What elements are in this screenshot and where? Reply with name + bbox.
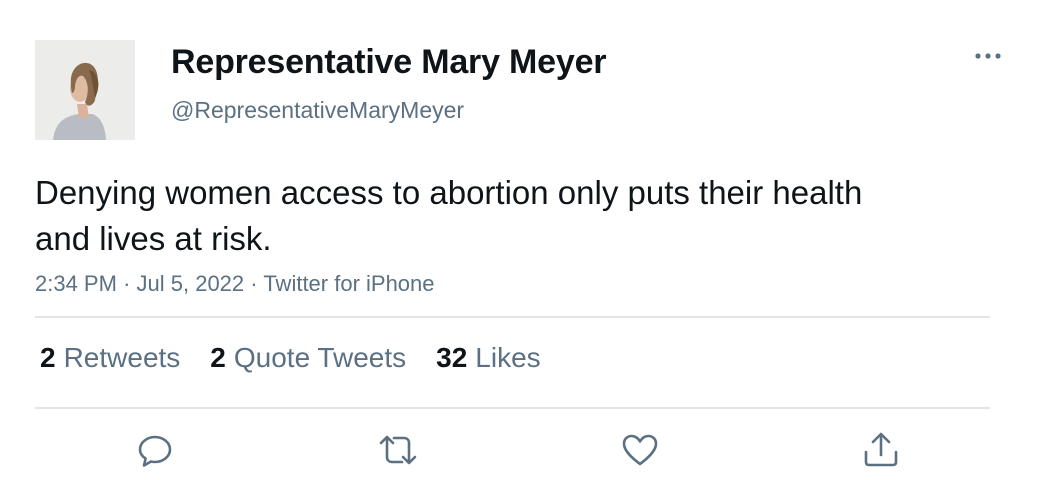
tweet-text: Denying women access to abortion only pu…	[35, 174, 863, 257]
user-handle[interactable]: @RepresentativeMaryMeyer	[171, 97, 464, 124]
retweet-button[interactable]	[376, 428, 420, 472]
likes-label: Likes	[475, 342, 541, 373]
avatar[interactable]	[35, 40, 135, 140]
share-icon	[864, 432, 898, 467]
tweet-meta: 2:34 PM · Jul 5, 2022 · Twitter for iPho…	[35, 271, 435, 297]
retweets-count: 2	[40, 342, 56, 373]
retweets-label: Retweets	[63, 342, 181, 373]
retweets-stat[interactable]: 2 Retweets	[40, 342, 180, 374]
like-button[interactable]	[618, 428, 662, 472]
likes-count: 32	[436, 342, 468, 373]
quote-tweets-count: 2	[210, 342, 226, 373]
heart-icon	[622, 434, 658, 466]
tweet-time[interactable]: 2:34 PM	[35, 271, 117, 296]
likes-stat[interactable]: 32 Likes	[436, 342, 541, 374]
tweet-date[interactable]: Jul 5, 2022	[137, 271, 245, 296]
share-button[interactable]	[859, 428, 903, 472]
meta-separator: ·	[250, 271, 258, 296]
quote-tweets-stat[interactable]: 2 Quote Tweets	[210, 342, 406, 374]
display-name[interactable]: Representative Mary Meyer	[171, 43, 607, 82]
retweet-icon	[379, 435, 417, 465]
engagement-stats: 2 Retweets 2 Quote Tweets 32 Likes	[40, 342, 541, 374]
more-options-button[interactable]	[968, 44, 1008, 68]
divider	[35, 407, 990, 409]
action-bar	[0, 428, 1050, 472]
avatar-photo	[35, 40, 135, 140]
divider	[35, 316, 990, 318]
reply-button[interactable]	[133, 428, 177, 472]
tweet-source[interactable]: Twitter for iPhone	[263, 271, 434, 296]
quote-tweets-label: Quote Tweets	[233, 342, 407, 373]
reply-icon	[138, 435, 172, 467]
tweet-card: Representative Mary Meyer @Representativ…	[0, 0, 1050, 480]
more-dots-icon	[975, 53, 1001, 59]
